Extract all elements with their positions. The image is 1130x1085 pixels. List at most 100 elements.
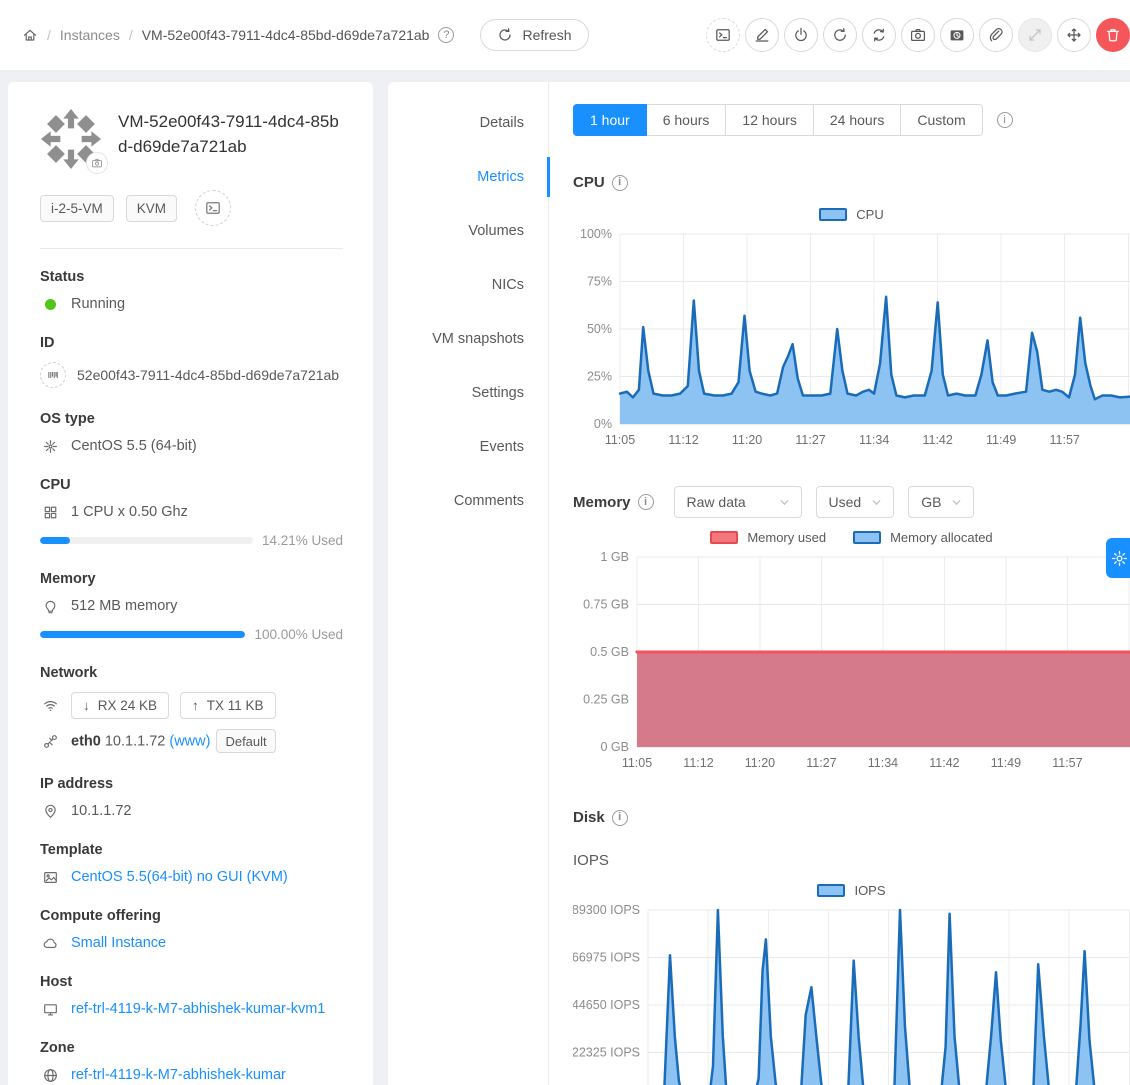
legend-swatch [853, 531, 881, 544]
range-Custom-button[interactable]: Custom [900, 104, 982, 136]
tab-settings[interactable]: Settings [388, 366, 548, 420]
ip-value: 10.1.1.72 [71, 803, 131, 819]
divider [40, 248, 343, 249]
console-button[interactable] [706, 18, 740, 52]
nic-default-tag: Default [216, 729, 275, 753]
svg-text:0 GB: 0 GB [601, 740, 630, 754]
refresh-button[interactable]: Refresh [480, 19, 588, 51]
svg-text:11:27: 11:27 [795, 433, 825, 447]
svg-text:11:34: 11:34 [868, 756, 898, 770]
tab-metrics[interactable]: Metrics [388, 150, 548, 204]
cpu-grid-icon [40, 505, 60, 520]
chevron-down-icon [951, 497, 961, 507]
compute-offering-section: Compute offering Small Instance [40, 908, 343, 951]
ip-label: IP address [40, 776, 343, 792]
range-24-hours-button[interactable]: 24 hours [813, 104, 901, 136]
tab-nics[interactable]: NICs [388, 258, 548, 312]
tab-volumes[interactable]: Volumes [388, 204, 548, 258]
memory-usage-bar [40, 631, 245, 638]
template-label: Template [40, 842, 343, 858]
vm-action-bar [706, 18, 1130, 52]
svg-text:11:57: 11:57 [1050, 433, 1080, 447]
destroy-button[interactable] [1096, 18, 1130, 52]
tx-button[interactable]: ↑ TX 11 KB [180, 692, 276, 719]
reload-icon [497, 27, 513, 43]
tab-events[interactable]: Events [388, 420, 548, 474]
tab-vm-snapshots[interactable]: VM snapshots [388, 312, 548, 366]
bulb-icon [40, 599, 60, 614]
reinstall-button[interactable] [862, 18, 896, 52]
centos-icon [40, 439, 60, 454]
memory-info-icon[interactable]: i [638, 494, 654, 510]
memory-select-2[interactable]: GB [908, 486, 974, 518]
migrate-button[interactable] [1057, 18, 1091, 52]
legend-label: CPU [856, 207, 883, 222]
svg-text:0.25 GB: 0.25 GB [583, 693, 629, 707]
os-logo-icon [40, 108, 102, 170]
svg-text:100%: 100% [580, 227, 612, 241]
legend-label: Memory allocated [890, 530, 993, 545]
breadcrumb-separator: / [129, 27, 133, 43]
breadcrumb-current: VM-52e00f43-7911-4dc4-85bd-d69de7a721ab [142, 27, 430, 43]
compute-offering-link[interactable]: Small Instance [71, 935, 166, 951]
legend-swatch [710, 531, 738, 544]
range-6-hours-button[interactable]: 6 hours [646, 104, 727, 136]
home-icon[interactable] [22, 27, 38, 43]
host-link[interactable]: ref-trl-4119-k-M7-abhishek-kumar-kvm1 [71, 1001, 325, 1017]
svg-text:22325 IOPS: 22325 IOPS [573, 1046, 640, 1060]
memory-select-1[interactable]: Used [816, 486, 895, 518]
host-section: Host ref-trl-4119-k-M7-abhishek-kumar-kv… [40, 974, 343, 1017]
status-label: Status [40, 269, 343, 285]
id-section: ID 52e00f43-7911-4dc4-85bd-d69de7a721ab [40, 335, 343, 388]
os-type-label: OS type [40, 411, 343, 427]
camera-badge-icon[interactable] [86, 152, 108, 174]
wifi-icon [40, 698, 60, 713]
recurring-snapshot-button[interactable] [940, 18, 974, 52]
reboot-button[interactable] [823, 18, 857, 52]
tab-details[interactable]: Details [388, 96, 548, 150]
barcode-icon [40, 362, 66, 388]
memory-value: 512 MB memory [71, 598, 177, 614]
disk-info-icon[interactable]: i [612, 810, 628, 826]
attach-iso-button[interactable] [979, 18, 1013, 52]
chevron-down-icon [779, 497, 789, 507]
iops-subtitle: IOPS [573, 852, 1130, 869]
svg-text:11:20: 11:20 [745, 756, 775, 770]
status-dot-running [45, 299, 56, 310]
rx-button[interactable]: ↓ RX 24 KB [71, 692, 169, 719]
arrow-up-icon: ↑ [192, 698, 199, 713]
template-link[interactable]: CentOS 5.5(64-bit) no GUI (KVM) [71, 869, 288, 885]
breadcrumb-instances-link[interactable]: Instances [60, 27, 120, 43]
svg-text:0.75 GB: 0.75 GB [583, 598, 629, 612]
network-section: Network ↓ RX 24 KB ↑ TX 11 KB eth0 10.1.… [40, 665, 343, 753]
os-type-section: OS type CentOS 5.5 (64-bit) [40, 411, 343, 454]
svg-text:1 GB: 1 GB [601, 550, 630, 564]
legend-label: IOPS [854, 883, 885, 898]
memory-select-0[interactable]: Raw data [674, 486, 802, 518]
help-icon[interactable]: ? [438, 27, 454, 43]
id-value: 52e00f43-7911-4dc4-85bd-d69de7a721ab [77, 367, 339, 383]
scale-button[interactable] [1018, 18, 1052, 52]
settings-fab-button[interactable] [1106, 538, 1130, 578]
memory-section: Memory 512 MB memory 100.00% Used [40, 571, 343, 642]
console-shortcut-button[interactable] [195, 190, 231, 226]
range-1-hour-button[interactable]: 1 hour [573, 104, 647, 136]
zone-label: Zone [40, 1040, 343, 1056]
tab-comments[interactable]: Comments [388, 474, 548, 528]
svg-text:25%: 25% [587, 370, 612, 384]
svg-text:50%: 50% [587, 322, 612, 336]
zone-link[interactable]: ref-trl-4119-k-M7-abhishek-kumar [71, 1067, 286, 1083]
compute-offering-label: Compute offering [40, 908, 343, 924]
snapshot-button[interactable] [901, 18, 935, 52]
svg-text:66975 IOPS: 66975 IOPS [573, 951, 640, 965]
info-icon[interactable]: i [997, 112, 1013, 128]
nic-network-link[interactable]: (www) [169, 734, 210, 750]
svg-text:75%: 75% [587, 275, 612, 289]
range-12-hours-button[interactable]: 12 hours [725, 104, 813, 136]
breadcrumb: / Instances / VM-52e00f43-7911-4dc4-85bd… [22, 27, 454, 43]
edit-button[interactable] [745, 18, 779, 52]
svg-text:0.5 GB: 0.5 GB [590, 645, 629, 659]
cpu-info-icon[interactable]: i [612, 175, 628, 191]
vm-tag: KVM [126, 195, 177, 222]
power-off-button[interactable] [784, 18, 818, 52]
